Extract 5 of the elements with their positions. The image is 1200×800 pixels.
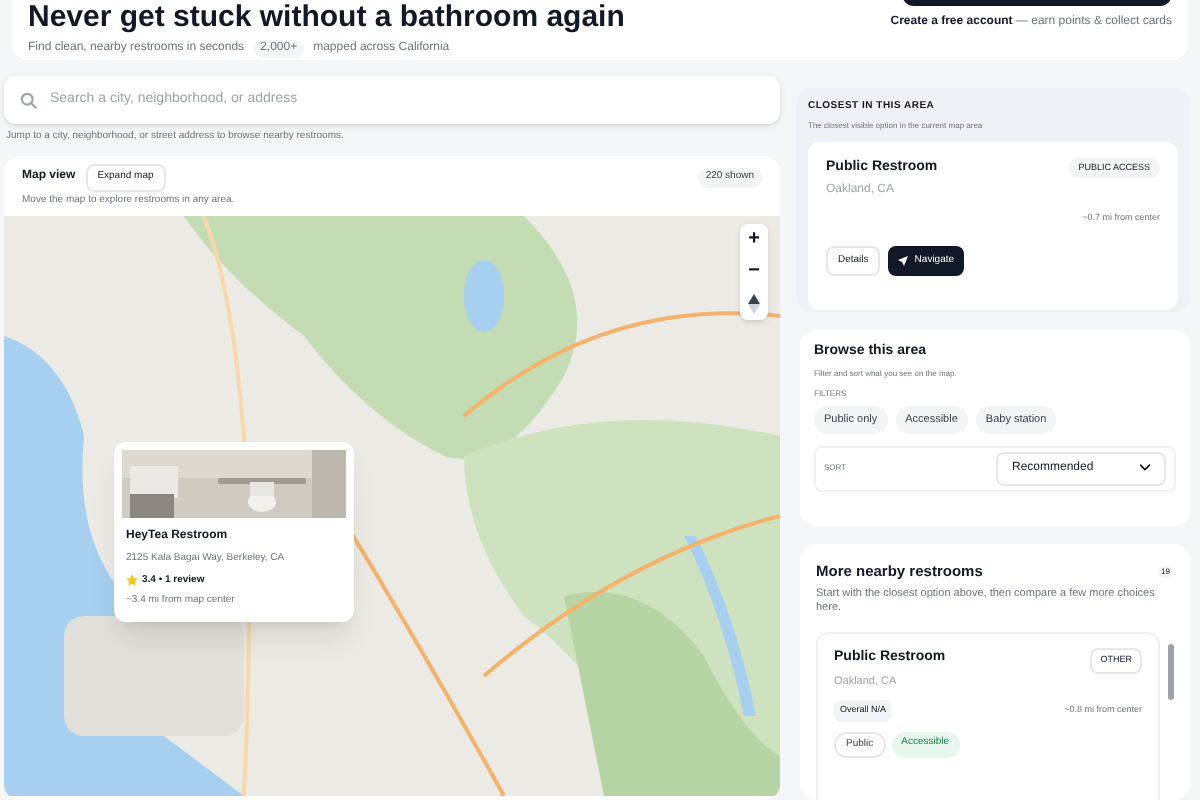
scrollbar[interactable] — [1168, 644, 1174, 701]
search-icon — [20, 91, 38, 109]
page-title: Never get stuck without a bathroom again — [28, 2, 625, 34]
arrow-icon — [898, 256, 909, 266]
chevron-icon — [1140, 464, 1150, 473]
